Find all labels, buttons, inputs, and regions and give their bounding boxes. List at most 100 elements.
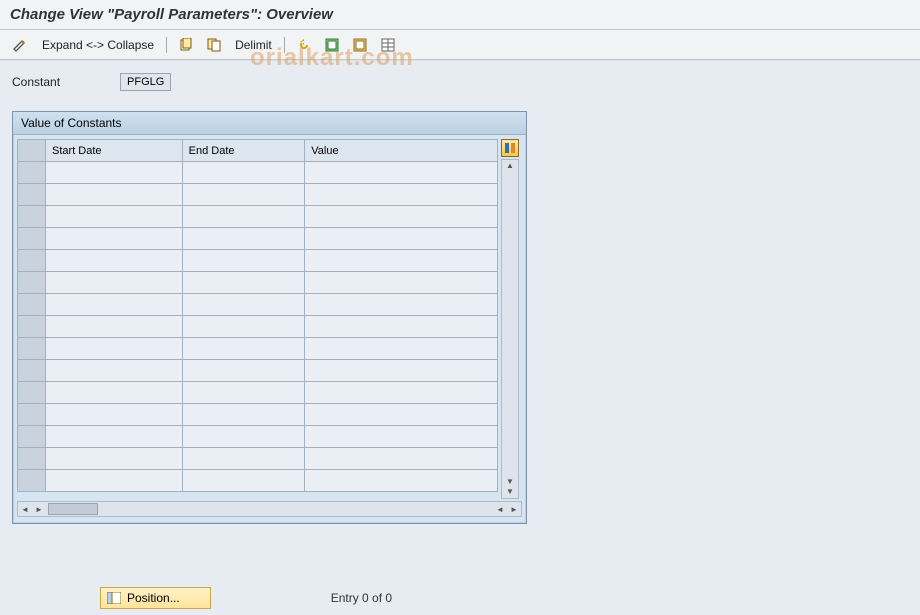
table-row[interactable] <box>18 426 498 448</box>
cell-end-date[interactable] <box>182 382 305 404</box>
cell-value[interactable] <box>305 404 498 426</box>
row-selector[interactable] <box>18 184 46 206</box>
table-row[interactable] <box>18 272 498 294</box>
vertical-scrollbar[interactable]: ▲ ▼ ▼ <box>501 159 519 499</box>
cell-value[interactable] <box>305 184 498 206</box>
cell-end-date[interactable] <box>182 184 305 206</box>
cell-end-date[interactable] <box>182 338 305 360</box>
delimit-button[interactable]: Delimit <box>231 36 276 54</box>
copy-icon[interactable] <box>175 36 197 54</box>
table-row[interactable] <box>18 228 498 250</box>
constants-table[interactable]: Start Date End Date Value <box>17 139 498 492</box>
cell-value[interactable] <box>305 228 498 250</box>
cell-start-date[interactable] <box>46 360 183 382</box>
cell-start-date[interactable] <box>46 206 183 228</box>
horizontal-scrollbar[interactable]: ◄ ► ◄ ► <box>17 501 522 517</box>
col-header-start-date[interactable]: Start Date <box>46 140 183 162</box>
table-row[interactable] <box>18 250 498 272</box>
row-selector[interactable] <box>18 250 46 272</box>
scroll-right-icon[interactable]: ► <box>507 505 521 514</box>
cell-end-date[interactable] <box>182 250 305 272</box>
cell-value[interactable] <box>305 426 498 448</box>
cell-start-date[interactable] <box>46 426 183 448</box>
cell-end-date[interactable] <box>182 470 305 492</box>
cell-end-date[interactable] <box>182 404 305 426</box>
table-row[interactable] <box>18 360 498 382</box>
cell-end-date[interactable] <box>182 162 305 184</box>
row-selector[interactable] <box>18 272 46 294</box>
cell-end-date[interactable] <box>182 448 305 470</box>
col-header-end-date[interactable]: End Date <box>182 140 305 162</box>
cell-value[interactable] <box>305 206 498 228</box>
row-selector[interactable] <box>18 162 46 184</box>
row-selector[interactable] <box>18 338 46 360</box>
cell-end-date[interactable] <box>182 294 305 316</box>
cell-start-date[interactable] <box>46 316 183 338</box>
cell-end-date[interactable] <box>182 206 305 228</box>
scroll-up-icon[interactable]: ▲ <box>502 161 518 171</box>
row-selector[interactable] <box>18 228 46 250</box>
expand-collapse-button[interactable]: Expand <-> Collapse <box>38 36 158 54</box>
cell-value[interactable] <box>305 316 498 338</box>
toggle-edit-icon[interactable] <box>8 35 32 55</box>
cell-start-date[interactable] <box>46 294 183 316</box>
table-row[interactable] <box>18 294 498 316</box>
cell-start-date[interactable] <box>46 448 183 470</box>
table-row[interactable] <box>18 206 498 228</box>
position-button[interactable]: Position... <box>100 587 211 609</box>
undo-icon[interactable] <box>293 36 315 54</box>
scroll-down-icon[interactable]: ▼ <box>502 487 518 497</box>
row-selector[interactable] <box>18 360 46 382</box>
table-row[interactable] <box>18 470 498 492</box>
cell-start-date[interactable] <box>46 338 183 360</box>
select-all-icon[interactable] <box>321 36 343 54</box>
cell-start-date[interactable] <box>46 272 183 294</box>
table-row[interactable] <box>18 162 498 184</box>
row-selector[interactable] <box>18 448 46 470</box>
cell-value[interactable] <box>305 162 498 184</box>
cell-start-date[interactable] <box>46 382 183 404</box>
cell-value[interactable] <box>305 382 498 404</box>
cell-start-date[interactable] <box>46 228 183 250</box>
scroll-left-icon[interactable]: ◄ <box>18 505 32 514</box>
cell-value[interactable] <box>305 250 498 272</box>
row-selector[interactable] <box>18 382 46 404</box>
cell-value[interactable] <box>305 338 498 360</box>
cell-start-date[interactable] <box>46 162 183 184</box>
table-row[interactable] <box>18 404 498 426</box>
cell-value[interactable] <box>305 272 498 294</box>
scroll-left-inner-icon[interactable]: ◄ <box>493 505 507 514</box>
table-row[interactable] <box>18 316 498 338</box>
cell-end-date[interactable] <box>182 426 305 448</box>
cell-start-date[interactable] <box>46 470 183 492</box>
cell-end-date[interactable] <box>182 272 305 294</box>
table-row[interactable] <box>18 448 498 470</box>
table-settings-icon[interactable] <box>377 36 399 54</box>
row-selector[interactable] <box>18 426 46 448</box>
table-row[interactable] <box>18 184 498 206</box>
table-row[interactable] <box>18 338 498 360</box>
col-header-value[interactable]: Value <box>305 140 498 162</box>
cell-start-date[interactable] <box>46 404 183 426</box>
cell-value[interactable] <box>305 470 498 492</box>
cell-end-date[interactable] <box>182 360 305 382</box>
cell-value[interactable] <box>305 360 498 382</box>
cell-end-date[interactable] <box>182 316 305 338</box>
table-row[interactable] <box>18 382 498 404</box>
row-selector[interactable] <box>18 294 46 316</box>
row-selector[interactable] <box>18 316 46 338</box>
row-selector[interactable] <box>18 404 46 426</box>
row-selector[interactable] <box>18 206 46 228</box>
cell-value[interactable] <box>305 448 498 470</box>
row-selector-header[interactable] <box>18 140 46 162</box>
deselect-all-icon[interactable] <box>349 36 371 54</box>
copy-all-icon[interactable] <box>203 36 225 54</box>
cell-end-date[interactable] <box>182 228 305 250</box>
cell-value[interactable] <box>305 294 498 316</box>
row-selector[interactable] <box>18 470 46 492</box>
scroll-thumb[interactable] <box>48 503 98 515</box>
scroll-down-half-icon[interactable]: ▼ <box>502 477 518 487</box>
cell-start-date[interactable] <box>46 184 183 206</box>
cell-start-date[interactable] <box>46 250 183 272</box>
scroll-right-inner-icon[interactable]: ► <box>32 505 46 514</box>
